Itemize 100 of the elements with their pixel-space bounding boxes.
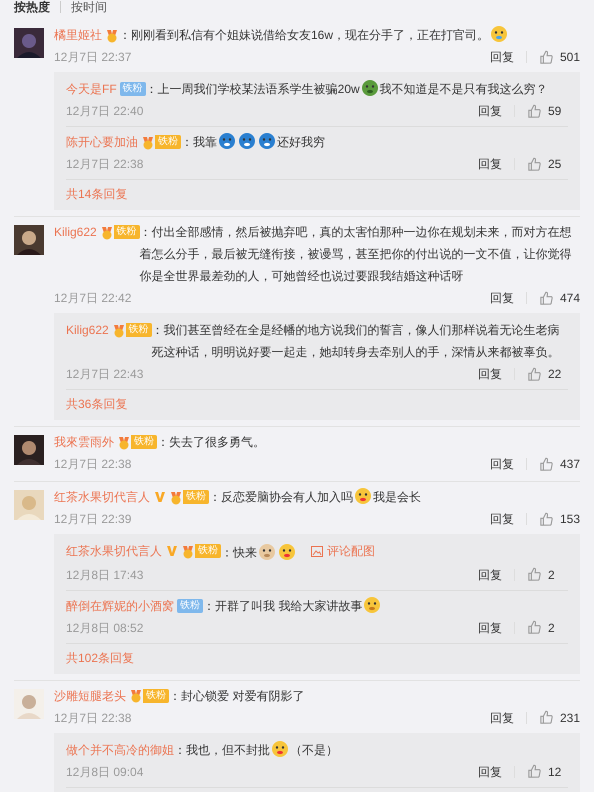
comment-text: 我不知道是不是只有我这么穷？	[380, 82, 548, 96]
comment-text: ：失去了很多勇气。	[157, 435, 265, 449]
level-medal-icon	[117, 434, 131, 450]
reply-link[interactable]: 回复	[490, 289, 514, 307]
reply-link[interactable]: 回复	[478, 762, 502, 780]
comment-text: （不是）	[290, 742, 338, 756]
comment-text: ：我靠	[181, 135, 217, 149]
reply-link[interactable]: 回复	[478, 102, 502, 120]
timestamp: 12月7日 22:38	[54, 456, 132, 473]
username-link[interactable]: 陈开心要加油	[66, 131, 138, 153]
level-medal-icon	[100, 224, 114, 240]
comment-text: ：快来	[221, 546, 257, 560]
reply-link[interactable]: 回复	[490, 708, 514, 726]
like-count: 12	[548, 764, 562, 780]
sort-tab[interactable]: 按时间	[71, 0, 107, 14]
thumbs-up-icon[interactable]	[527, 156, 542, 172]
fan-badge: 铁粉	[195, 544, 221, 558]
more-replies-link[interactable]: 共102条回复	[66, 644, 568, 670]
comment-text: ：付出全部感情，然后被抛弃吧，真的太害怕那种一边你在规划未来，而对方在想着怎么分手，最后被无缝衔接，被谩骂，甚至把你的付出说的一文不值，让你觉得你是全世界最差劲的人，可她曾经也说过要跟我结婚这种话呀	[140, 225, 572, 283]
fan-badge: 铁粉	[126, 323, 152, 337]
reply-link[interactable]: 回复	[478, 365, 502, 383]
fan-badge: 铁粉	[177, 598, 203, 612]
thumbs-up-icon[interactable]	[538, 290, 554, 306]
emoji-icon	[218, 132, 236, 150]
thumbs-up-icon[interactable]	[538, 512, 554, 526]
like-count: 25	[548, 156, 562, 173]
reply-link[interactable]: 回复	[478, 566, 502, 584]
fan-badge: 铁粉	[131, 435, 157, 449]
like-count: 474	[560, 290, 580, 307]
comment-text: ：反恋爱脑协会有人加入吗	[209, 490, 353, 504]
thumbs-up-icon[interactable]	[527, 764, 542, 779]
emoji-icon	[238, 132, 256, 150]
like-count: 437	[560, 456, 580, 473]
timestamp: 12月7日 22:38	[66, 156, 144, 173]
emoji-icon	[354, 487, 372, 505]
timestamp: 12月7日 22:40	[66, 103, 144, 120]
like-count: 501	[560, 49, 580, 66]
reply-link[interactable]: 回复	[490, 510, 514, 528]
emoji-icon	[278, 542, 296, 560]
level-medal-icon	[129, 688, 143, 703]
more-replies-link[interactable]: 共14条回复	[66, 180, 568, 206]
comment-text: 我是会长	[373, 490, 421, 504]
like-count: 153	[560, 511, 580, 528]
emoji-icon	[490, 25, 508, 43]
thumbs-up-icon[interactable]	[538, 456, 554, 472]
username-link[interactable]: 今天是FF	[66, 78, 117, 100]
reply-link[interactable]: 回复	[490, 48, 514, 66]
fan-badge: 铁粉	[120, 82, 146, 96]
comment-text: 还好我穷	[277, 135, 325, 149]
fan-badge: 铁粉	[114, 225, 140, 239]
fan-badge: 铁粉	[155, 135, 181, 149]
comment-image-link[interactable]: 评论配图	[311, 540, 375, 562]
emoji-icon	[363, 596, 382, 614]
thumbs-up-icon[interactable]	[538, 50, 554, 64]
timestamp: 12月8日 08:52	[66, 620, 144, 636]
timestamp: 12月8日 17:43	[66, 566, 144, 584]
timestamp: 12月8日 09:04	[66, 764, 144, 780]
timestamp: 12月7日 22:37	[54, 49, 132, 66]
username-link[interactable]: 醉倒在辉妮的小酒窝	[66, 594, 174, 616]
image-icon	[311, 546, 323, 556]
like-count: 59	[548, 103, 562, 120]
timestamp: 12月7日 22:42	[54, 290, 132, 307]
emoji-icon	[271, 740, 289, 758]
thumbs-up-icon[interactable]	[527, 567, 542, 582]
level-medal-icon	[169, 490, 183, 504]
thumbs-up-icon[interactable]	[527, 104, 542, 118]
comment-text: ：开群了叫我 我给大家讲故事	[203, 598, 362, 612]
username-link[interactable]: 红茶水果切代言人	[66, 540, 162, 562]
thumbs-up-icon[interactable]	[527, 620, 542, 635]
like-count: 231	[560, 710, 580, 726]
fan-badge: 铁粉	[143, 688, 169, 702]
reply-link[interactable]: 回复	[490, 455, 514, 473]
emoji-icon	[258, 542, 276, 560]
fan-badge: 铁粉	[183, 490, 209, 504]
reply-link[interactable]: 回复	[478, 618, 502, 636]
level-medal-icon	[112, 322, 126, 338]
username-link[interactable]: 我來雲雨外	[54, 431, 114, 453]
comment-text: ：我们甚至曾经在全是经幡的地方说我们的誓言，像人们那样说着无论生老病死这种话，明明说好要一起走，她却转身去牵别人的手，深情从来都被辜负。	[152, 323, 560, 359]
reply-link[interactable]: 回复	[478, 155, 502, 173]
more-replies-link[interactable]: 共36条回复	[66, 390, 568, 416]
like-count: 22	[548, 366, 562, 383]
username-link[interactable]: 做个并不高冷的御姐	[66, 738, 174, 760]
like-count: 2	[548, 620, 556, 636]
comment-text: ：我也，但不封批	[174, 742, 270, 756]
level-medal-icon	[181, 544, 195, 558]
comment-text: ：上一周我们学校某法语系学生被骗20w	[146, 82, 360, 96]
username-link[interactable]: 红茶水果切代言人	[54, 486, 150, 508]
emoji-icon	[258, 132, 276, 150]
sort-tab[interactable]: 按热度	[14, 0, 50, 14]
thumbs-up-icon[interactable]	[527, 366, 542, 382]
thumbs-up-icon[interactable]	[538, 710, 554, 725]
username-link[interactable]: 橘里姬社	[54, 24, 102, 46]
level-medal-icon	[141, 134, 155, 150]
timestamp: 12月7日 22:43	[66, 366, 144, 383]
comment-text: ：封心锁爱 对爱有阴影了	[169, 688, 304, 702]
username-link[interactable]: Kilig622	[66, 319, 109, 341]
username-link[interactable]: Kilig622	[54, 221, 97, 243]
comment-text: ：刚刚看到私信有个姐妹说借给女友16w，现在分手了，正在打官司。	[119, 28, 490, 42]
emoji-icon	[360, 79, 379, 97]
username-link[interactable]: 沙雕短腿老头	[54, 684, 126, 706]
